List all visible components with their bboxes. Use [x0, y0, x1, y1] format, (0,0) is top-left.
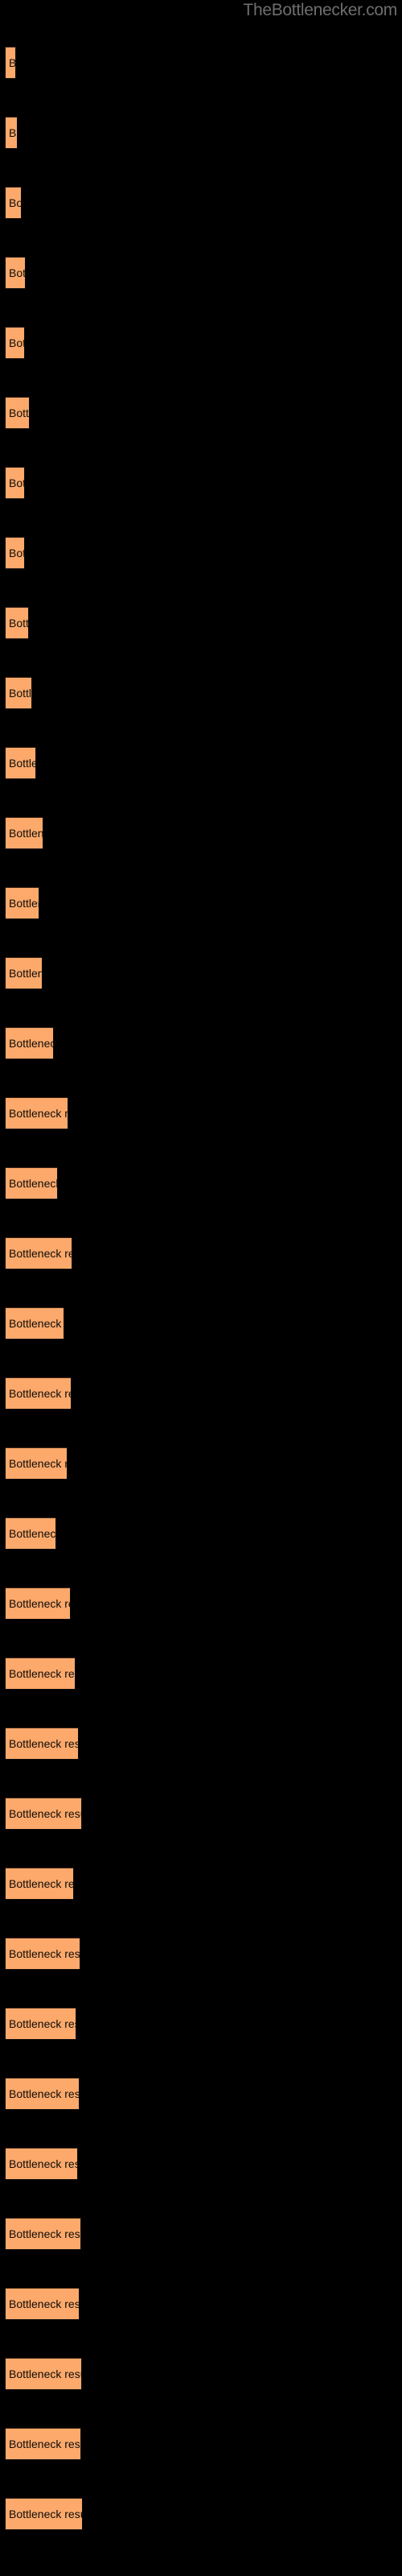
bar-label-clip: Bottleneck result [5, 2008, 76, 2040]
bar-label-clip: Bottleneck result [5, 2498, 83, 2530]
bar-label-clip: Bottleneck result [5, 1377, 72, 1410]
bar-label-clip: Bottleneck result [5, 2358, 82, 2390]
bar-label-clip: Bottleneck result [5, 607, 29, 639]
bar-label-clip: Bottleneck result [5, 2148, 78, 2180]
bar-label: Bottleneck result [9, 1807, 82, 1820]
bar-label: Bottleneck result [9, 2508, 83, 2520]
bar-label-clip: Bottleneck result [5, 2218, 81, 2250]
bar-label-clip: Bottleneck result [5, 1728, 79, 1760]
bar-label: Bottleneck result [9, 407, 30, 419]
bar-label: Bottleneck result [9, 2087, 80, 2100]
bar-label: Bottleneck result [9, 617, 29, 630]
bar-label-clip: Bottleneck result [5, 1657, 76, 1690]
bar-label: Bottleneck result [9, 2227, 81, 2240]
bar-label-clip: Bottleneck result [5, 257, 26, 289]
bar-label: Bottleneck result [9, 2157, 78, 2170]
bar-label: Bottleneck result [9, 2297, 80, 2310]
bar-label-clip: Bottleneck result [5, 2288, 80, 2320]
bar-label-clip: Bottleneck result [5, 467, 25, 499]
bar-label: Bottleneck result [9, 757, 36, 770]
bar-label: Bottleneck result [9, 1527, 56, 1540]
bar-label-clip: Bottleneck result [5, 1027, 54, 1059]
bar-label: Bottleneck result [9, 897, 39, 910]
bar-label-clip: Bottleneck result [5, 327, 25, 359]
bar-label: Bottleneck result [9, 1737, 79, 1750]
bar-label: Bottleneck result [9, 1317, 64, 1330]
bar-label: Bottleneck result [9, 1247, 72, 1260]
bar-label: Bottleneck result [9, 687, 32, 700]
bar-label-clip: Bottleneck result [5, 1587, 71, 1620]
bar-label-clip: Bottleneck result [5, 397, 30, 429]
bar-label-clip: Bottleneck result [5, 537, 25, 569]
bar-label-clip: Bottleneck result [5, 677, 32, 709]
bar-label: Bottleneck result [9, 1387, 72, 1400]
bar-label: Bottleneck result [9, 2368, 82, 2380]
bar-label: Bottleneck result [9, 2438, 81, 2450]
bar-label: Bottleneck result [9, 827, 43, 840]
bar-label: Bottleneck result [9, 2017, 76, 2030]
bar-label-clip: Bottleneck result [5, 2078, 80, 2110]
bar-label-clip: Bottleneck result [5, 1447, 68, 1480]
bar-label-clip: Bottleneck result [5, 47, 16, 79]
bar-label: Bottleneck result [9, 1107, 68, 1120]
bar-label: Bottleneck result [9, 336, 25, 349]
bar-label: Bottleneck result [9, 1457, 68, 1470]
bar-label: Bottleneck result [9, 266, 26, 279]
bar-label-clip: Bottleneck result [5, 1517, 56, 1550]
bar-label-clip: Bottleneck result [5, 1798, 82, 1830]
bar-label-clip: Bottleneck result [5, 887, 39, 919]
bottleneck-bar-chart: TheBottlenecker.com Bottleneck resultBot… [0, 0, 402, 2576]
bar-label: Bottleneck result [9, 1877, 74, 1890]
bar-label: Bottleneck result [9, 1597, 71, 1610]
plot-area: Bottleneck result Bottleneck result Bottle… [0, 0, 402, 2576]
bar-label: Bottleneck result [9, 1947, 80, 1960]
bar-label: Bottleneck result [9, 1177, 58, 1190]
bar-label-clip: Bottleneck result [5, 1097, 68, 1129]
bar-label: Bottleneck result [9, 196, 22, 209]
bar-label-clip: Bottleneck result [5, 1868, 74, 1900]
bar-label: Bottleneck result [9, 56, 16, 69]
bar-label-clip: Bottleneck result [5, 1167, 58, 1199]
bar-label-clip: Bottleneck result [5, 117, 18, 149]
bar-label: Bottleneck result [9, 967, 43, 980]
bar-label-clip: Bottleneck result [5, 187, 22, 219]
bar-label-clip: Bottleneck result [5, 1237, 72, 1269]
bar-label: Bottleneck result [9, 1037, 54, 1050]
bar-label-clip: Bottleneck result [5, 747, 36, 779]
bar-label: Bottleneck result [9, 547, 25, 559]
bar-label-clip: Bottleneck result [5, 1938, 80, 1970]
bar-label: Bottleneck result [9, 477, 25, 489]
bar-label-clip: Bottleneck result [5, 817, 43, 849]
bar-label: Bottleneck result [9, 126, 18, 139]
bar-label-clip: Bottleneck result [5, 1307, 64, 1340]
bar-label: Bottleneck result [9, 1667, 76, 1680]
bar-label-clip: Bottleneck result [5, 957, 43, 989]
bar-label-clip: Bottleneck result [5, 2428, 81, 2460]
